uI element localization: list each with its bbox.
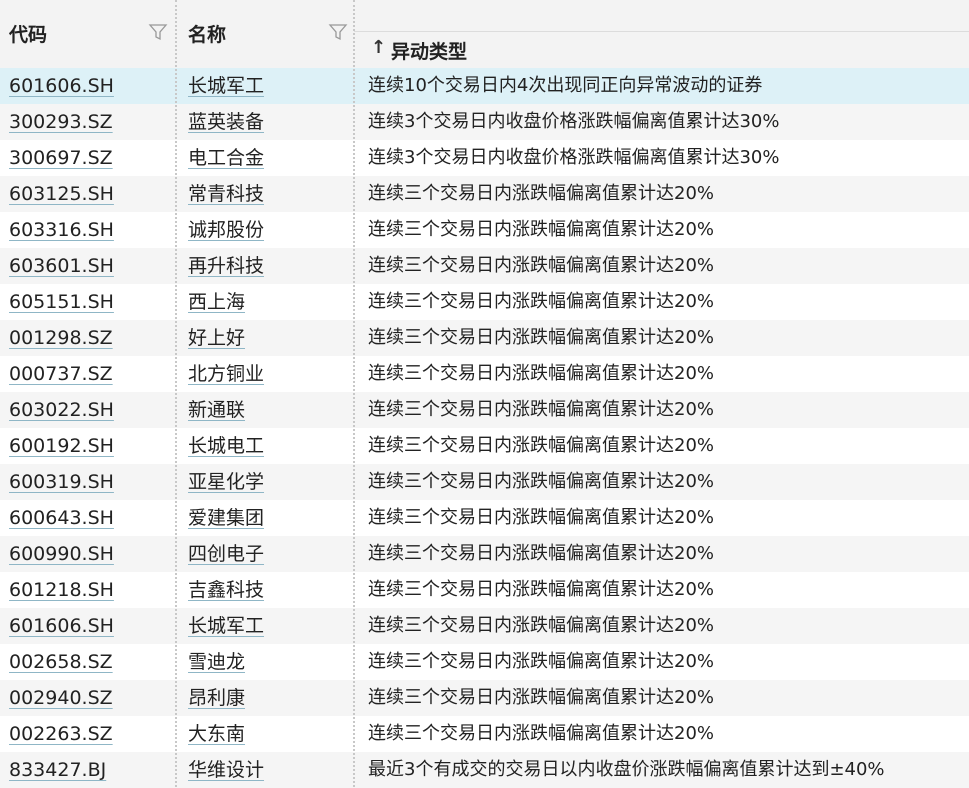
table-row[interactable]: 601606.SH 长城军工 连续10个交易日内4次出现同正向异常波动的证券 [0,68,969,104]
column-header-code[interactable]: 代码 [0,0,176,68]
cell-code[interactable]: 603316.SH [9,212,114,248]
cell-type: 连续三个交易日内涨跌幅偏离值累计达20% [368,651,715,672]
cell-type: 连续三个交易日内涨跌幅偏离值累计达20% [368,543,715,564]
table-row[interactable]: 605151.SH 西上海 连续三个交易日内涨跌幅偏离值累计达20% [0,284,969,320]
table-body: 601606.SH 长城军工 连续10个交易日内4次出现同正向异常波动的证券 3002… [0,68,969,788]
column-divider[interactable] [175,0,177,787]
cell-code[interactable]: 002658.SZ [9,644,113,680]
table-row[interactable]: 002263.SZ 大东南 连续三个交易日内涨跌幅偏离值累计达20% [0,716,969,752]
cell-name[interactable]: 再升科技 [188,248,264,284]
cell-name[interactable]: 诚邦股份 [188,212,264,248]
cell-type: 连续三个交易日内涨跌幅偏离值累计达20% [368,471,715,492]
table-row[interactable]: 002940.SZ 昂利康 连续三个交易日内涨跌幅偏离值累计达20% [0,680,969,716]
cell-type: 连续三个交易日内涨跌幅偏离值累计达20% [368,579,715,600]
cell-name[interactable]: 蓝英装备 [188,104,264,140]
cell-type: 连续三个交易日内涨跌幅偏离值累计达20% [368,507,715,528]
column-divider[interactable] [353,0,355,787]
cell-code[interactable]: 002263.SZ [9,716,113,752]
table-row[interactable]: 601218.SH 吉鑫科技 连续三个交易日内涨跌幅偏离值累计达20% [0,572,969,608]
cell-name[interactable]: 爱建集团 [188,500,264,536]
cell-name[interactable]: 长城军工 [188,68,264,104]
table-row[interactable]: 603601.SH 再升科技 连续三个交易日内涨跌幅偏离值累计达20% [0,248,969,284]
cell-type: 连续三个交易日内涨跌幅偏离值累计达20% [368,615,715,636]
cell-type: 连续三个交易日内涨跌幅偏离值累计达20% [368,687,715,708]
cell-name[interactable]: 昂利康 [188,680,245,716]
table-row[interactable]: 300293.SZ 蓝英装备 连续3个交易日内收盘价格涨跌幅偏离值累计达30% [0,104,969,140]
table-row[interactable]: 603022.SH 新通联 连续三个交易日内涨跌幅偏离值累计达20% [0,392,969,428]
table-row[interactable]: 000737.SZ 北方铜业 连续三个交易日内涨跌幅偏离值累计达20% [0,356,969,392]
cell-code[interactable]: 605151.SH [9,284,114,320]
cell-type: 连续三个交易日内涨跌幅偏离值累计达20% [368,363,715,384]
cell-code[interactable]: 600319.SH [9,464,114,500]
table-row[interactable]: 600990.SH 四创电子 连续三个交易日内涨跌幅偏离值累计达20% [0,536,969,572]
table-row[interactable]: 001298.SZ 好上好 连续三个交易日内涨跌幅偏离值累计达20% [0,320,969,356]
cell-code[interactable]: 600643.SH [9,500,114,536]
filter-icon[interactable] [328,22,348,42]
cell-name[interactable]: 北方铜业 [188,356,264,392]
cell-code[interactable]: 300697.SZ [9,140,113,176]
table-row[interactable]: 600319.SH 亚星化学 连续三个交易日内涨跌幅偏离值累计达20% [0,464,969,500]
cell-name[interactable]: 长城电工 [188,428,264,464]
cell-type: 连续三个交易日内涨跌幅偏离值累计达20% [368,183,715,204]
cell-name[interactable]: 四创电子 [188,536,264,572]
cell-name[interactable]: 华维设计 [188,752,264,788]
cell-code[interactable]: 000737.SZ [9,356,113,392]
cell-name[interactable]: 新通联 [188,392,245,428]
cell-type: 最近3个有成交的交易日以内收盘价涨跌幅偏离值累计达到±40% [368,759,885,780]
stock-anomaly-table: 代码 名称 ↑ 异动类型 601606.SH 长城军工 连续10个交易日内4次出现同… [0,0,969,788]
cell-type: 连续三个交易日内涨跌幅偏离值累计达20% [368,399,715,420]
cell-name[interactable]: 西上海 [188,284,245,320]
cell-code[interactable]: 300293.SZ [9,104,113,140]
header-divider [354,31,969,32]
cell-type: 连续3个交易日内收盘价格涨跌幅偏离值累计达30% [368,147,780,168]
cell-type: 连续三个交易日内涨跌幅偏离值累计达20% [368,291,715,312]
cell-code[interactable]: 601606.SH [9,68,114,104]
column-header-type[interactable]: ↑ 异动类型 [354,0,969,68]
cell-type: 连续3个交易日内收盘价格涨跌幅偏离值累计达30% [368,111,780,132]
cell-name[interactable]: 常青科技 [188,176,264,212]
cell-code[interactable]: 601218.SH [9,572,114,608]
table-row[interactable]: 603125.SH 常青科技 连续三个交易日内涨跌幅偏离值累计达20% [0,176,969,212]
cell-code[interactable]: 600990.SH [9,536,114,572]
cell-name[interactable]: 吉鑫科技 [188,572,264,608]
cell-name[interactable]: 大东南 [188,716,245,752]
cell-name[interactable]: 好上好 [188,320,245,356]
table-row[interactable]: 600643.SH 爱建集团 连续三个交易日内涨跌幅偏离值累计达20% [0,500,969,536]
cell-code[interactable]: 603125.SH [9,176,114,212]
cell-type: 连续三个交易日内涨跌幅偏离值累计达20% [368,219,715,240]
column-header-name[interactable]: 名称 [176,0,354,68]
table-row[interactable]: 603316.SH 诚邦股份 连续三个交易日内涨跌幅偏离值累计达20% [0,212,969,248]
cell-name[interactable]: 亚星化学 [188,464,264,500]
cell-code[interactable]: 002940.SZ [9,680,113,716]
table-row[interactable]: 833427.BJ 华维设计 最近3个有成交的交易日以内收盘价涨跌幅偏离值累计达到±… [0,752,969,788]
cell-type: 连续10个交易日内4次出现同正向异常波动的证券 [368,75,763,96]
cell-code[interactable]: 601606.SH [9,608,114,644]
cell-type: 连续三个交易日内涨跌幅偏离值累计达20% [368,435,715,456]
table-row[interactable]: 601606.SH 长城军工 连续三个交易日内涨跌幅偏离值累计达20% [0,608,969,644]
sort-up-icon[interactable]: ↑ [371,37,386,58]
cell-code[interactable]: 001298.SZ [9,320,113,356]
table-row[interactable]: 600192.SH 长城电工 连续三个交易日内涨跌幅偏离值累计达20% [0,428,969,464]
cell-code[interactable]: 600192.SH [9,428,114,464]
cell-type: 连续三个交易日内涨跌幅偏离值累计达20% [368,327,715,348]
cell-name[interactable]: 长城军工 [188,608,264,644]
cell-code[interactable]: 603601.SH [9,248,114,284]
table-row[interactable]: 002658.SZ 雪迪龙 连续三个交易日内涨跌幅偏离值累计达20% [0,644,969,680]
table-header: 代码 名称 ↑ 异动类型 [0,0,969,68]
column-label-type: 异动类型 [391,41,468,63]
cell-type: 连续三个交易日内涨跌幅偏离值累计达20% [368,255,715,276]
filter-icon[interactable] [148,22,168,42]
column-label-code: 代码 [9,24,48,46]
cell-type: 连续三个交易日内涨跌幅偏离值累计达20% [368,723,715,744]
table-row[interactable]: 300697.SZ 电工合金 连续3个交易日内收盘价格涨跌幅偏离值累计达30% [0,140,969,176]
cell-code[interactable]: 833427.BJ [9,752,106,788]
cell-name[interactable]: 电工合金 [188,140,264,176]
cell-code[interactable]: 603022.SH [9,392,114,428]
column-label-name: 名称 [188,24,227,46]
cell-name[interactable]: 雪迪龙 [188,644,245,680]
